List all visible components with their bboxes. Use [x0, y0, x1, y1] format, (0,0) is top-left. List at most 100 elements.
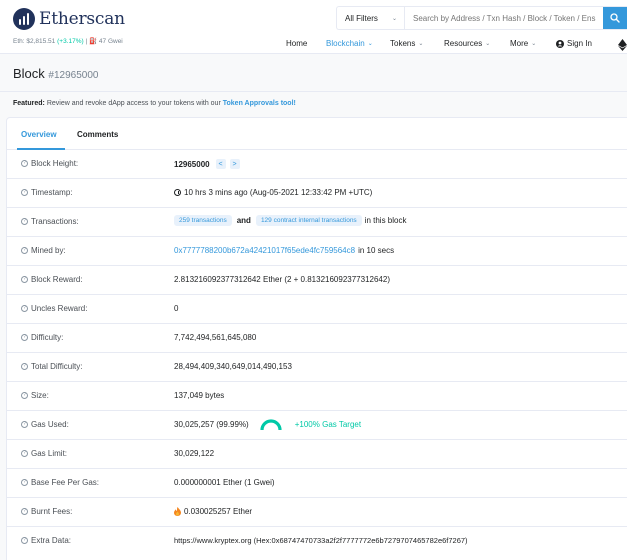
help-icon[interactable]: ?	[21, 160, 28, 167]
previous-block-button[interactable]: <	[215, 159, 226, 169]
gas-used-value: 30,025,257 (99.99%)	[174, 420, 249, 429]
nav-blockchain[interactable]: Blockchain ⌄	[326, 39, 373, 48]
difficulty-label: ? Difficulty:	[21, 333, 63, 342]
timestamp-label: ? Timestamp:	[21, 188, 73, 197]
internal-transactions-link[interactable]: 129 contract internal transactions	[255, 215, 362, 226]
help-icon[interactable]: ?	[21, 479, 28, 486]
transactions-count-link[interactable]: 259 transactions	[174, 215, 232, 226]
help-icon[interactable]: ?	[21, 247, 28, 254]
tab-bar: Overview Comments	[7, 118, 627, 150]
row-gas-limit: ? Gas Limit: 30,029,122	[7, 440, 627, 469]
row-mined-by: ? Mined by: 0x7777788200b672a42421017f65…	[7, 237, 627, 266]
block-height-value: 12965000	[174, 159, 210, 169]
next-block-button[interactable]: >	[229, 159, 240, 169]
mined-by-suffix: in 10 secs	[358, 246, 395, 255]
token-approvals-link[interactable]: Token Approvals tool!	[223, 100, 296, 107]
tab-overview[interactable]: Overview	[21, 130, 57, 139]
gas-used-value-group: 30,025,257 (99.99%) +100% Gas Target	[174, 419, 361, 430]
search-icon	[610, 13, 620, 23]
nav-more-label: More	[510, 39, 529, 48]
block-height-value-group: 12965000 < >	[174, 159, 240, 169]
help-icon[interactable]: ?	[21, 363, 28, 370]
nav-resources[interactable]: Resources ⌄	[444, 39, 490, 48]
row-total-difficulty: ? Total Difficulty: 28,494,409,340,649,0…	[7, 353, 627, 382]
base-fee-label-text: Base Fee Per Gas:	[31, 478, 100, 487]
base-fee-label: ? Base Fee Per Gas:	[21, 478, 99, 487]
burnt-fees-value-group: 0.030025257 Ether	[174, 507, 252, 516]
help-icon[interactable]: ?	[21, 508, 28, 515]
sign-in-label: Sign In	[567, 39, 592, 48]
top-header: Etherscan Eth: $2,815.51 (+3.17%) | ⛽ 47…	[0, 0, 627, 54]
gas-limit-value: 30,029,122	[174, 449, 215, 458]
row-transactions: ? Transactions: 259 transactions and 129…	[7, 208, 627, 237]
gas-used-label: ? Gas Used:	[21, 420, 69, 429]
search-input[interactable]	[405, 7, 603, 29]
row-block-reward: ? Block Reward: 2.813216092377312642 Eth…	[7, 266, 627, 295]
transactions-suffix: in this block	[364, 216, 407, 225]
row-timestamp: ? Timestamp: 10 hrs 3 mins ago (Aug-05-2…	[7, 179, 627, 208]
difficulty-value: 7,742,494,561,645,080	[174, 333, 257, 342]
gas-usage-gauge-icon	[260, 419, 282, 430]
chevron-down-icon: ⌄	[367, 41, 373, 47]
help-icon[interactable]: ?	[21, 392, 28, 399]
nav-tokens[interactable]: Tokens ⌄	[390, 39, 423, 48]
transactions-label: ? Transactions:	[21, 217, 79, 226]
extra-data-label-text: Extra Data:	[31, 536, 72, 545]
transactions-value-group: 259 transactions and 129 contract intern…	[174, 215, 406, 226]
nav-more[interactable]: More ⌄	[510, 39, 536, 48]
search-filter-label: All Filters	[345, 13, 378, 23]
user-circle-icon	[556, 39, 564, 48]
ethereum-network-icon[interactable]	[618, 39, 627, 51]
block-reward-value: 2.813216092377312642 Ether (2 + 0.813216…	[174, 275, 390, 284]
burnt-fees-value: 0.030025257 Ether	[184, 507, 253, 516]
chevron-down-icon: ⌄	[485, 41, 491, 47]
help-icon[interactable]: ?	[21, 450, 28, 457]
brand-name: Etherscan	[39, 9, 125, 29]
row-block-height: ? Block Height: 12965000 < >	[7, 150, 627, 179]
help-icon[interactable]: ?	[21, 421, 28, 428]
page-title-label: Block	[13, 66, 45, 81]
sign-in-link[interactable]: Sign In	[556, 39, 592, 48]
timestamp-label-text: Timestamp:	[31, 188, 73, 197]
etherscan-logo-icon	[13, 8, 35, 30]
burnt-fees-label: ? Burnt Fees:	[21, 507, 72, 516]
mined-by-value-group: 0x7777788200b672a42421017f65ede4fc759564…	[174, 246, 394, 255]
transactions-label-text: Transactions:	[31, 217, 79, 226]
help-icon[interactable]: ?	[21, 218, 28, 225]
mined-by-label: ? Mined by:	[21, 246, 66, 255]
nav-tokens-label: Tokens	[390, 39, 416, 48]
total-difficulty-value: 28,494,409,340,649,014,490,153	[174, 362, 292, 371]
row-size: ? Size: 137,049 bytes	[7, 382, 627, 411]
block-overview-card: Overview Comments ? Block Height: 129650…	[6, 117, 627, 560]
row-burnt-fees: ? Burnt Fees: 0.030025257 Ether	[7, 498, 627, 527]
title-divider	[0, 91, 627, 92]
mined-by-label-text: Mined by:	[31, 246, 66, 255]
chevron-down-icon: ⌄	[418, 41, 424, 47]
total-difficulty-label: ? Total Difficulty:	[21, 362, 82, 371]
block-reward-label: ? Block Reward:	[21, 275, 83, 284]
search-filter-dropdown[interactable]: All Filters ⌄	[337, 7, 405, 29]
transactions-and: and	[236, 216, 251, 225]
nav-blockchain-label: Blockchain	[326, 39, 365, 48]
miner-address-link[interactable]: 0x7777788200b672a42421017f65ede4fc759564…	[174, 246, 355, 255]
clock-icon	[174, 189, 181, 196]
featured-text: Review and revoke dApp access to your to…	[46, 100, 221, 107]
uncles-reward-label-text: Uncles Reward:	[31, 304, 88, 313]
etherscan-logo[interactable]: Etherscan	[13, 8, 125, 30]
chevron-down-icon: ⌄	[531, 41, 537, 47]
nav-home[interactable]: Home	[286, 39, 307, 48]
row-extra-data: ? Extra Data: https://www.kryptex.org (H…	[7, 527, 627, 556]
gas-target-value: +100% Gas Target	[294, 420, 362, 429]
nav-resources-label: Resources	[444, 39, 483, 48]
search-button[interactable]	[603, 7, 627, 29]
chevron-down-icon: ⌄	[391, 15, 397, 22]
uncles-reward-value: 0	[174, 304, 179, 313]
help-icon[interactable]: ?	[21, 537, 28, 544]
tab-comments[interactable]: Comments	[77, 130, 118, 139]
base-fee-value: 0.000000001 Ether (1 Gwei)	[174, 478, 275, 487]
help-icon[interactable]: ?	[21, 305, 28, 312]
help-icon[interactable]: ?	[21, 334, 28, 341]
help-icon[interactable]: ?	[21, 189, 28, 196]
block-height-label: ? Block Height:	[21, 159, 78, 168]
help-icon[interactable]: ?	[21, 276, 28, 283]
